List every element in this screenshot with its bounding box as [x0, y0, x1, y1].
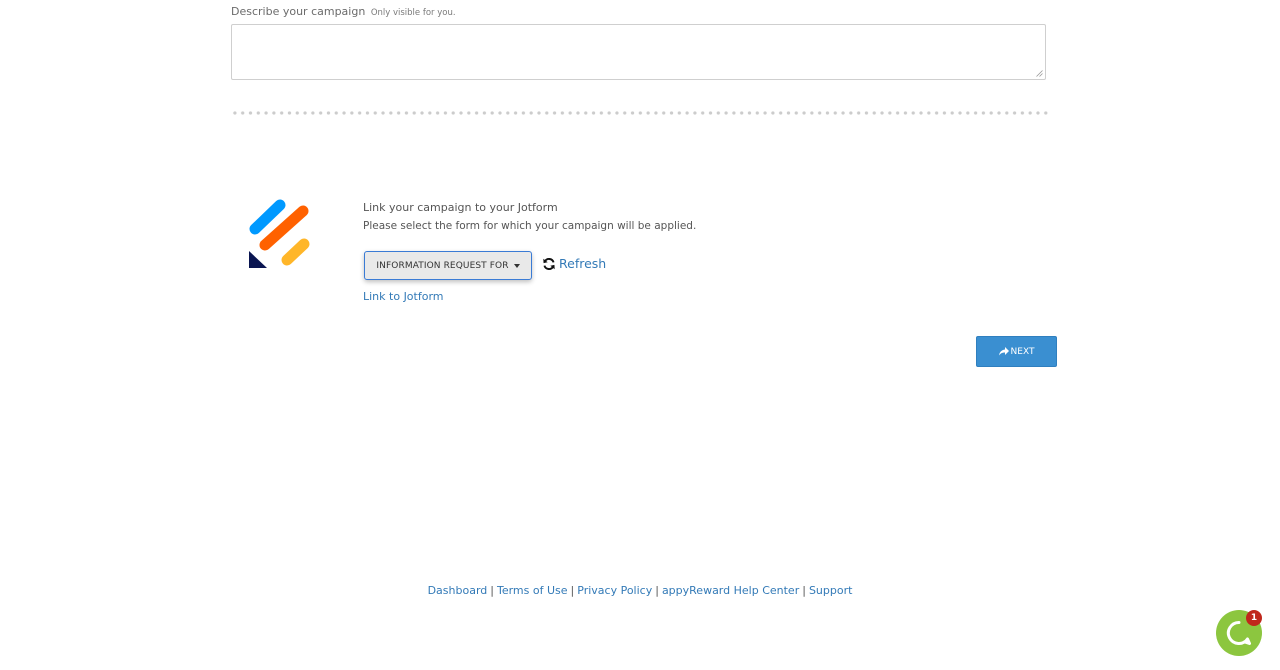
jotform-logo-icon: [249, 199, 310, 268]
caret-down-icon: [513, 263, 520, 268]
footer-separator: |: [802, 584, 806, 597]
footer-links: Dashboard | Terms of Use | Privacy Policy | ap…: [0, 584, 1280, 597]
footer-separator: |: [490, 584, 494, 597]
footer-link-privacy[interactable]: Privacy Policy: [577, 584, 652, 597]
footer-link-terms[interactable]: Terms of Use: [497, 584, 568, 597]
footer-link-dashboard[interactable]: Dashboard: [428, 584, 488, 597]
link-campaign-title: Link your campaign to your Jotform: [363, 201, 558, 214]
describe-campaign-label-text: Describe your campaign: [231, 5, 366, 18]
resize-grip-icon[interactable]: [1036, 70, 1043, 77]
link-to-jotform[interactable]: Link to Jotform: [363, 290, 444, 303]
share-arrow-icon: [998, 347, 1009, 356]
page: Describe your campaign Only visible for …: [0, 0, 1280, 670]
refresh-label: Refresh: [559, 256, 607, 271]
footer-link-help-center[interactable]: appyReward Help Center: [662, 584, 799, 597]
link-campaign-subtitle: Please select the form for which your ca…: [363, 220, 697, 232]
refresh-button[interactable]: Refresh: [542, 256, 606, 271]
form-select-value: INFORMATION REQUEST FOR: [376, 260, 509, 271]
describe-campaign-textarea[interactable]: [231, 24, 1046, 80]
footer-separator: |: [655, 584, 659, 597]
dotted-divider: [231, 111, 1048, 115]
describe-campaign-label: Describe your campaign Only visible for …: [231, 5, 456, 18]
next-label: NEXT: [1010, 346, 1035, 357]
describe-campaign-hint: Only visible for you.: [370, 8, 456, 18]
chat-notification-badge: 1: [1246, 610, 1262, 626]
next-button[interactable]: NEXT: [976, 336, 1057, 367]
footer-separator: |: [570, 584, 575, 597]
refresh-icon: [543, 257, 555, 270]
footer-link-support[interactable]: Support: [809, 584, 852, 597]
form-select-dropdown[interactable]: INFORMATION REQUEST FOR: [364, 251, 532, 280]
